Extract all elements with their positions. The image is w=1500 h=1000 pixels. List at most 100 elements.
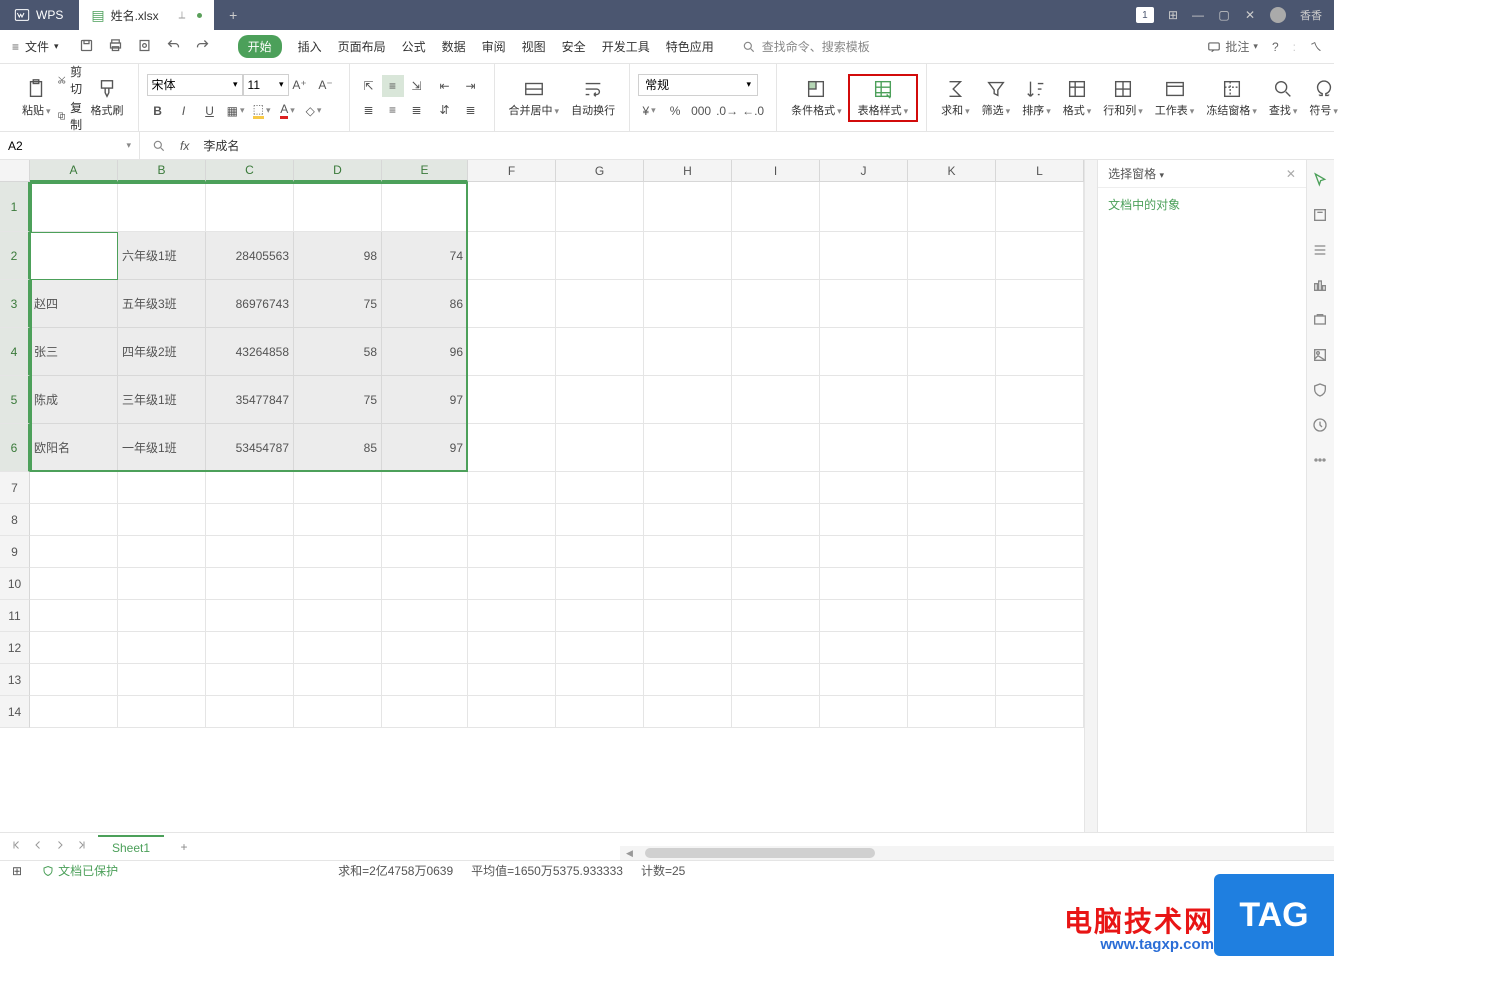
- cell[interactable]: 98: [294, 232, 382, 280]
- cell[interactable]: [820, 600, 908, 632]
- cell[interactable]: 陈成: [30, 376, 118, 424]
- cell[interactable]: [732, 696, 820, 728]
- row-header-8[interactable]: 8: [0, 504, 30, 536]
- cell[interactable]: [996, 280, 1084, 328]
- cell[interactable]: [820, 632, 908, 664]
- image-tool-icon[interactable]: [1312, 347, 1328, 366]
- cell[interactable]: [644, 182, 732, 232]
- cell[interactable]: [294, 664, 382, 696]
- cell[interactable]: [820, 280, 908, 328]
- cell[interactable]: [996, 600, 1084, 632]
- user-avatar[interactable]: [1270, 7, 1286, 23]
- cell[interactable]: [206, 182, 294, 232]
- redo-icon[interactable]: [195, 38, 210, 56]
- cell[interactable]: [908, 632, 996, 664]
- cell[interactable]: [732, 504, 820, 536]
- side-close-icon[interactable]: ✕: [1286, 167, 1296, 181]
- undo-icon[interactable]: [166, 38, 181, 56]
- shield-tool-icon[interactable]: [1312, 382, 1328, 401]
- col-header-E[interactable]: E: [382, 160, 468, 182]
- row-header-7[interactable]: 7: [0, 472, 30, 504]
- cell[interactable]: [468, 696, 556, 728]
- cell[interactable]: [732, 472, 820, 504]
- cell[interactable]: [644, 632, 732, 664]
- freeze-panes-button[interactable]: 冻结窗格: [1200, 64, 1263, 131]
- cell[interactable]: [468, 536, 556, 568]
- cell[interactable]: [732, 568, 820, 600]
- cell[interactable]: [468, 632, 556, 664]
- fill-color-icon[interactable]: ⬚: [251, 100, 273, 122]
- new-tab-button[interactable]: +: [218, 0, 248, 30]
- font-size-select[interactable]: 11▾: [243, 74, 289, 96]
- row-header-10[interactable]: 10: [0, 568, 30, 600]
- cell[interactable]: [732, 424, 820, 472]
- cell[interactable]: [468, 424, 556, 472]
- cell[interactable]: [644, 696, 732, 728]
- grid-body[interactable]: 12李成名六年级1班2840556398743赵四五年级3班8697674375…: [0, 182, 1084, 728]
- paste-button[interactable]: 粘贴: [16, 64, 57, 131]
- row-col-button[interactable]: 行和列: [1097, 64, 1149, 131]
- col-header-C[interactable]: C: [206, 160, 294, 182]
- cell[interactable]: [908, 182, 996, 232]
- cell[interactable]: [908, 536, 996, 568]
- cell[interactable]: [644, 504, 732, 536]
- col-header-I[interactable]: I: [732, 160, 820, 182]
- cell[interactable]: [382, 632, 468, 664]
- cell[interactable]: [118, 182, 206, 232]
- cell[interactable]: [556, 600, 644, 632]
- cell[interactable]: [468, 600, 556, 632]
- cell[interactable]: 五年级3班: [118, 280, 206, 328]
- distributed-icon[interactable]: ≣: [460, 99, 482, 121]
- cell[interactable]: [996, 664, 1084, 696]
- align-top-icon[interactable]: ⇱: [358, 75, 380, 97]
- align-right-icon[interactable]: ≣: [406, 99, 428, 121]
- col-header-D[interactable]: D: [294, 160, 382, 182]
- cell[interactable]: [644, 664, 732, 696]
- collapse-ribbon-icon[interactable]: ㄟ: [1310, 38, 1322, 55]
- number-format-select[interactable]: 常规▾: [638, 74, 758, 96]
- merge-cells-button[interactable]: 合并居中: [503, 64, 566, 131]
- cell[interactable]: [468, 664, 556, 696]
- cell[interactable]: [556, 328, 644, 376]
- row-header-12[interactable]: 12: [0, 632, 30, 664]
- cell[interactable]: [732, 328, 820, 376]
- cell[interactable]: [30, 696, 118, 728]
- ribbon-tab-审阅[interactable]: 审阅: [482, 38, 506, 55]
- cell[interactable]: 85: [294, 424, 382, 472]
- cell[interactable]: [468, 182, 556, 232]
- backup-tool-icon[interactable]: [1312, 312, 1328, 331]
- orientation-icon[interactable]: ⇵: [434, 99, 456, 121]
- align-left-icon[interactable]: ≣: [358, 99, 380, 121]
- italic-icon[interactable]: I: [173, 100, 195, 122]
- cell[interactable]: [382, 182, 468, 232]
- col-header-J[interactable]: J: [820, 160, 908, 182]
- cell[interactable]: 35477847: [206, 376, 294, 424]
- cell[interactable]: 75: [294, 376, 382, 424]
- ribbon-tab-开发工具[interactable]: 开发工具: [602, 38, 650, 55]
- symbol-button[interactable]: 符号: [1303, 64, 1344, 131]
- cell[interactable]: [556, 424, 644, 472]
- cell[interactable]: [908, 328, 996, 376]
- cell[interactable]: [206, 632, 294, 664]
- cell[interactable]: [294, 504, 382, 536]
- history-tool-icon[interactable]: [1312, 417, 1328, 436]
- fx-icon[interactable]: fx: [180, 139, 189, 153]
- cell[interactable]: [996, 504, 1084, 536]
- copy-button[interactable]: 复制: [57, 99, 87, 133]
- cell[interactable]: [294, 568, 382, 600]
- cell[interactable]: [908, 472, 996, 504]
- cell[interactable]: [30, 504, 118, 536]
- cell[interactable]: [732, 280, 820, 328]
- more-tool-icon[interactable]: [1312, 452, 1328, 471]
- row-header-6[interactable]: 6: [0, 424, 30, 472]
- border-icon[interactable]: ▦: [225, 100, 247, 122]
- row-header-14[interactable]: 14: [0, 696, 30, 728]
- cell[interactable]: [820, 328, 908, 376]
- increase-font-icon[interactable]: A⁺: [289, 74, 311, 96]
- filter-button[interactable]: 筛选: [976, 64, 1017, 131]
- cell[interactable]: [908, 504, 996, 536]
- col-header-K[interactable]: K: [908, 160, 996, 182]
- document-tab[interactable]: ▤ 姓名.xlsx ⟂: [79, 0, 214, 30]
- cell[interactable]: [118, 504, 206, 536]
- cell[interactable]: [820, 424, 908, 472]
